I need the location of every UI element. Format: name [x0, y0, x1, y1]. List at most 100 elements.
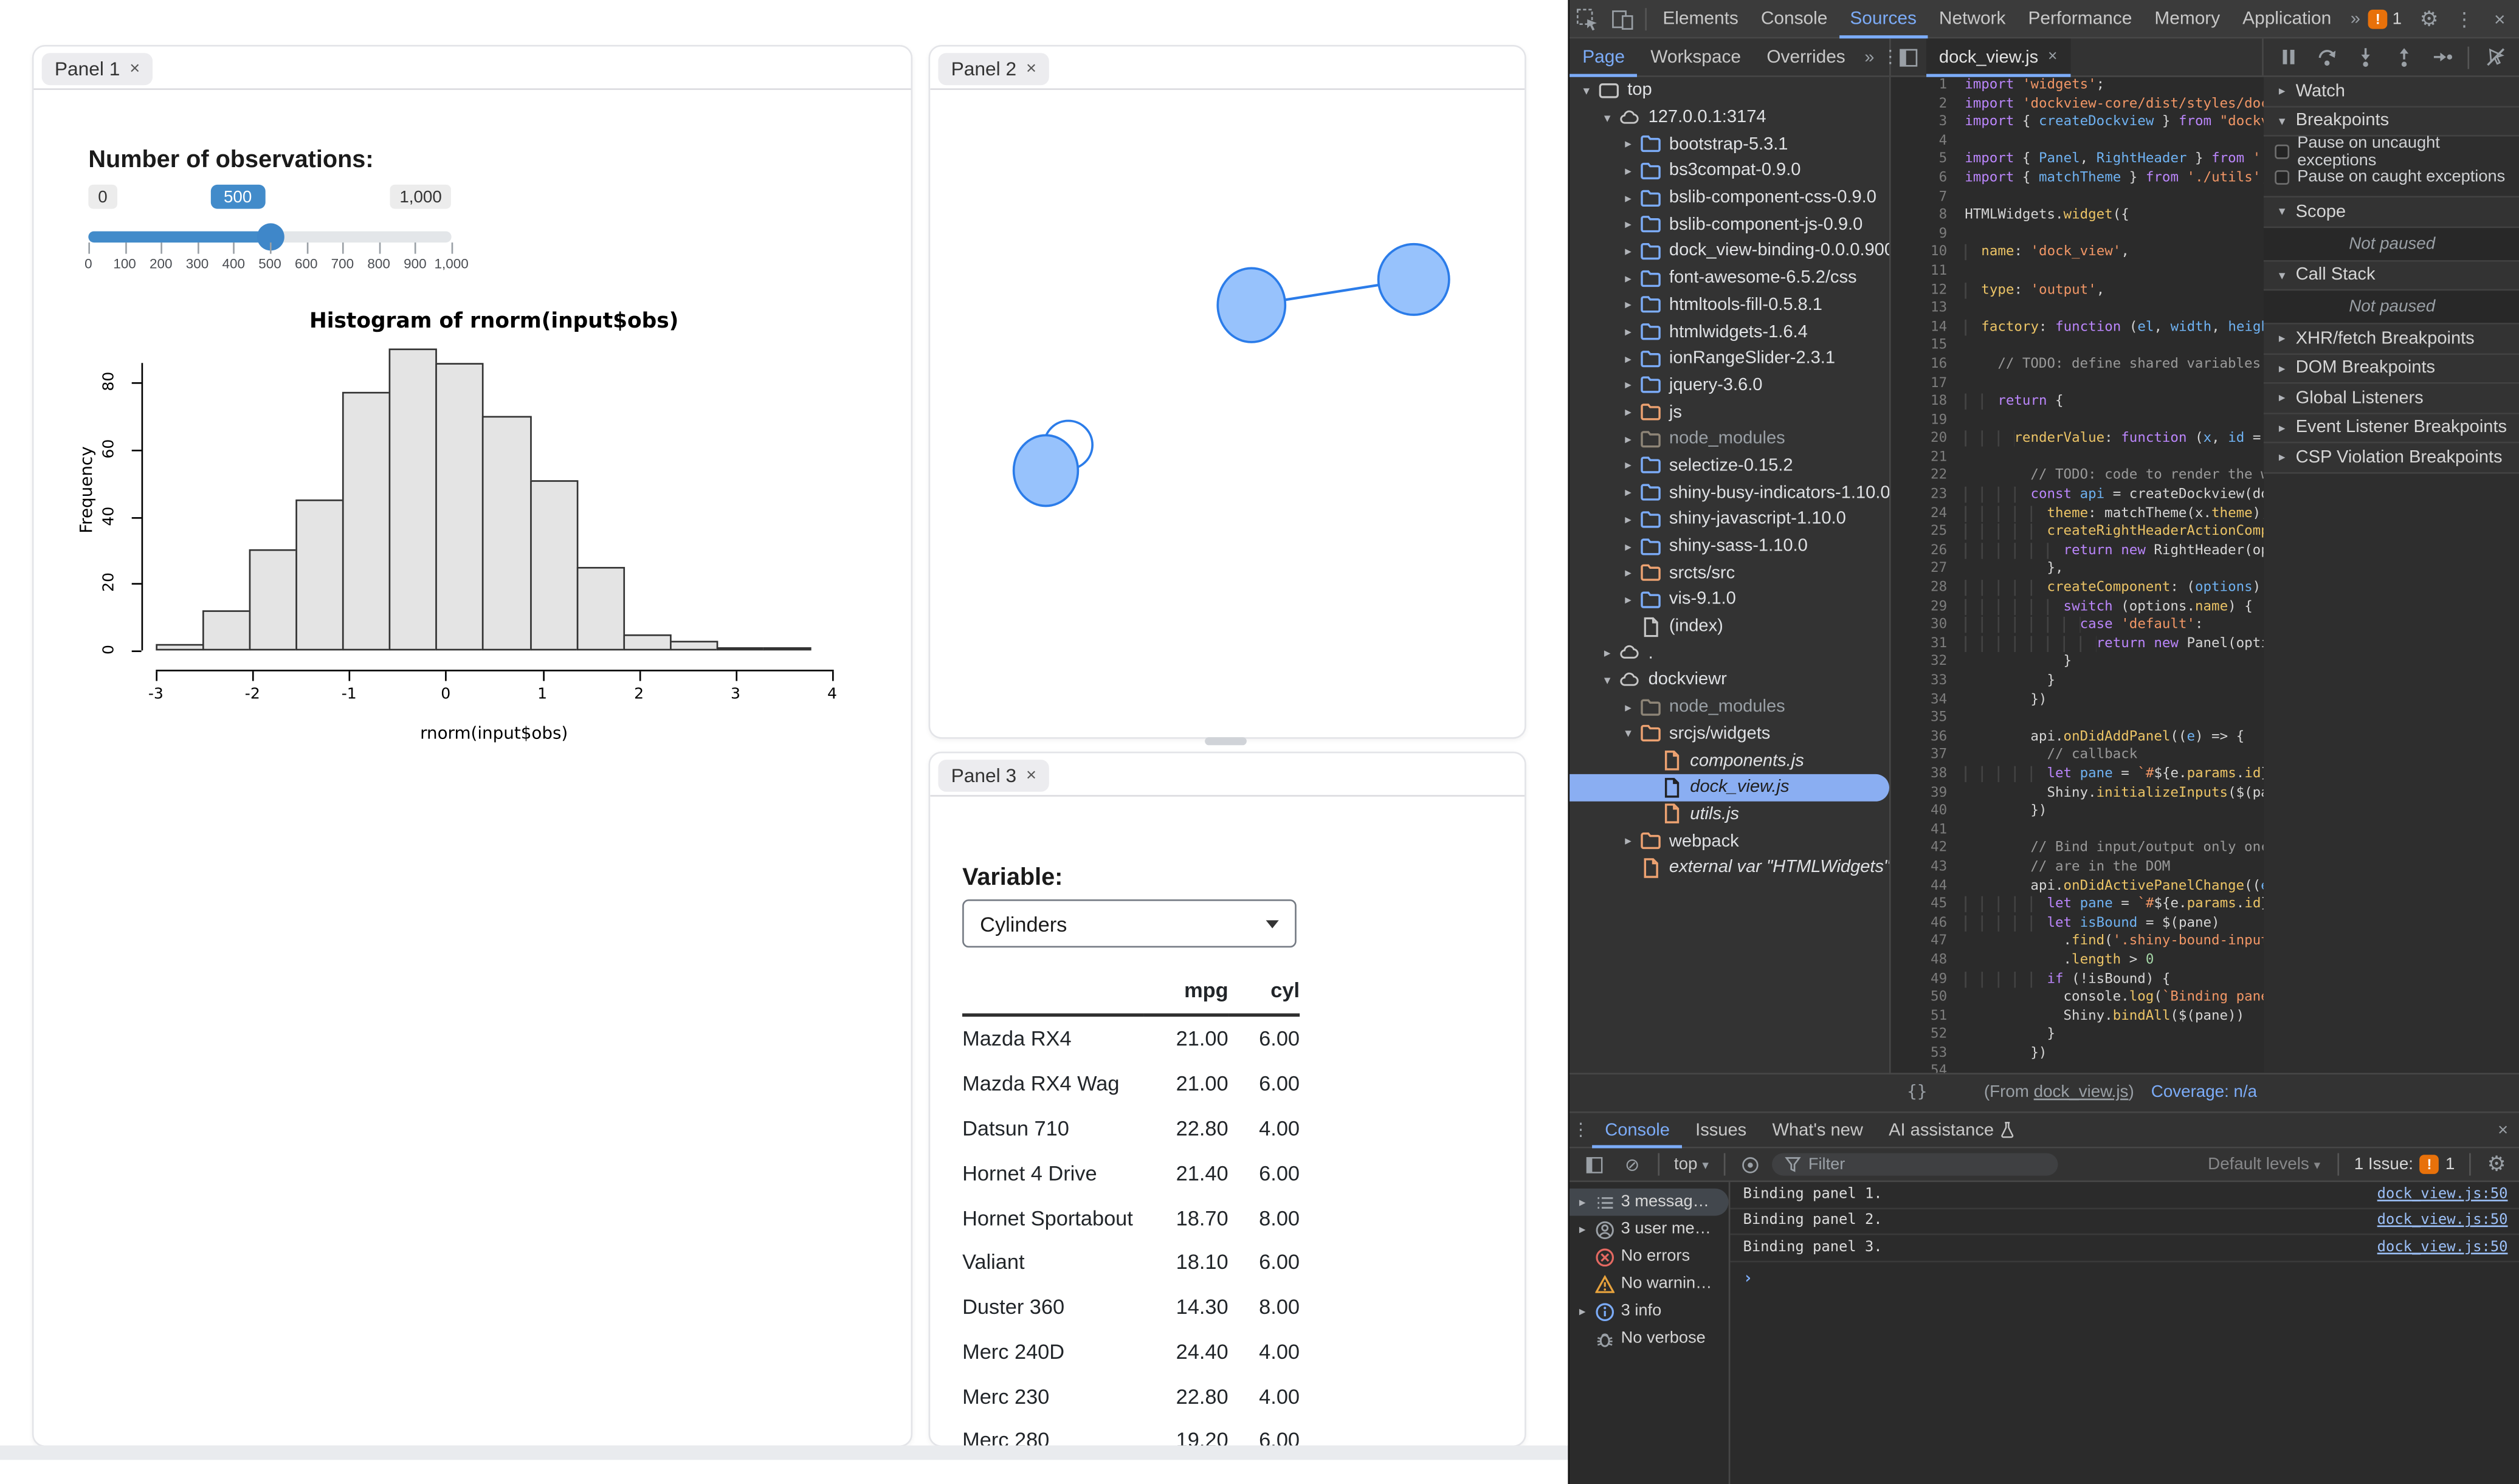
expander-right-icon[interactable]: ▸: [2275, 361, 2289, 376]
expander-right-icon[interactable]: ▸: [1621, 431, 1636, 446]
expander-right-icon[interactable]: ▸: [2275, 450, 2289, 465]
console-filter-user[interactable]: ▸3 user me…: [1570, 1216, 1729, 1243]
expander-right-icon[interactable]: ▸: [1600, 646, 1614, 661]
tree-item-dock-view-js[interactable]: dock_view.js: [1570, 774, 1889, 801]
tree-item-jquery-3-6-0[interactable]: ▸jquery-3.6.0: [1570, 372, 1889, 399]
tab-sources[interactable]: Sources: [1839, 0, 1928, 38]
log-levels-select[interactable]: Default levels▾: [2198, 1155, 2330, 1174]
console-filter-list[interactable]: ▸3 messag…: [1570, 1189, 1729, 1216]
expander-right-icon[interactable]: ▸: [1621, 137, 1636, 151]
navtab-workspace[interactable]: Workspace: [1638, 38, 1754, 76]
expander-right-icon[interactable]: ▸: [1621, 834, 1636, 848]
line-number[interactable]: 34: [1891, 692, 1965, 710]
expander-down-icon[interactable]: ▾: [2275, 114, 2289, 128]
line-number[interactable]: 24: [1891, 506, 1965, 524]
line-number[interactable]: 23: [1891, 487, 1965, 506]
tree-item-top[interactable]: ▾top: [1570, 77, 1889, 104]
line-number[interactable]: 47: [1891, 933, 1965, 952]
tree-item-js[interactable]: ▸js: [1570, 399, 1889, 425]
panel-2-close-icon[interactable]: ×: [1026, 60, 1036, 79]
tree-item-bslib-component-css-0-9-0[interactable]: ▸bslib-component-css-0.9.0: [1570, 184, 1889, 211]
console-filter-input[interactable]: Filter: [1771, 1153, 2057, 1176]
panel-3-close-icon[interactable]: ×: [1026, 766, 1036, 786]
expander-down-icon[interactable]: ▾: [1600, 110, 1614, 125]
tree-item-utils-js[interactable]: utils.js: [1570, 801, 1889, 828]
tree-item-htmltools-fill-0-5-8-1[interactable]: ▸htmltools-fill-0.5.8.1: [1570, 292, 1889, 318]
line-number[interactable]: 41: [1891, 822, 1965, 840]
issues-badge-icon[interactable]: !: [2368, 9, 2388, 29]
editor-tab-close-icon[interactable]: ×: [2048, 48, 2057, 66]
line-number[interactable]: 40: [1891, 803, 1965, 822]
sidebar-section-breakpoints[interactable]: ▾Breakpoints: [2264, 107, 2519, 137]
expander-right-icon[interactable]: ▸: [1621, 593, 1636, 607]
tree-item-127-0-0-1-3174[interactable]: ▾127.0.0.1:3174: [1570, 104, 1889, 131]
tree-item-node-modules[interactable]: ▸node_modules: [1570, 693, 1889, 720]
line-number[interactable]: 10: [1891, 245, 1965, 264]
line-number[interactable]: 16: [1891, 356, 1965, 375]
line-number[interactable]: 35: [1891, 710, 1965, 729]
tree-item-dock-view-binding-0-0-0-9000[interactable]: ▸dock_view-binding-0.0.0.9000: [1570, 238, 1889, 264]
tab-performance[interactable]: Performance: [2017, 0, 2143, 38]
editor-tab-dock-view-js[interactable]: dock_view.js ×: [1926, 38, 2070, 76]
drawer-overflow-icon[interactable]: ⋮: [1570, 1112, 1592, 1147]
line-number[interactable]: 6: [1891, 170, 1965, 189]
expander-right-icon[interactable]: ▸: [2275, 331, 2289, 346]
line-number[interactable]: 53: [1891, 1045, 1965, 1064]
line-number[interactable]: 19: [1891, 412, 1965, 431]
expander-right-icon[interactable]: ▸: [1621, 378, 1636, 393]
tree-item-webpack[interactable]: ▸webpack: [1570, 828, 1889, 854]
line-number[interactable]: 4: [1891, 133, 1965, 152]
more-nav-tabs-icon[interactable]: »: [1858, 40, 1881, 75]
issues-counter[interactable]: 1 Issue: ! 1: [2348, 1155, 2461, 1174]
drawer-tab-console[interactable]: Console: [1592, 1112, 1683, 1147]
expander-down-icon[interactable]: ▾: [1621, 726, 1636, 741]
tree-item-ionrangeslider-2-3-1[interactable]: ▸ionRangeSlider-2.3.1: [1570, 345, 1889, 372]
line-number[interactable]: 21: [1891, 450, 1965, 469]
line-number[interactable]: 51: [1891, 1008, 1965, 1027]
line-number[interactable]: 39: [1891, 785, 1965, 803]
console-sidebar-toggle-icon[interactable]: [1576, 1147, 1611, 1182]
console-filter-verbose[interactable]: No verbose: [1570, 1325, 1729, 1352]
expander-right-icon[interactable]: ▸: [1576, 1222, 1589, 1237]
tree-item-shiny-sass-1-10-0[interactable]: ▸shiny-sass-1.10.0: [1570, 533, 1889, 560]
expander-right-icon[interactable]: ▸: [2275, 421, 2289, 435]
line-number[interactable]: 46: [1891, 915, 1965, 934]
expander-down-icon[interactable]: ▾: [1600, 673, 1614, 687]
line-number[interactable]: 49: [1891, 971, 1965, 990]
line-number[interactable]: 30: [1891, 617, 1965, 636]
pause-script-icon[interactable]: [2270, 40, 2305, 75]
expander-right-icon[interactable]: ▸: [1621, 218, 1636, 232]
line-number[interactable]: 3: [1891, 114, 1965, 133]
inspect-icon[interactable]: [1570, 1, 1605, 36]
expander-right-icon[interactable]: ▸: [1621, 244, 1636, 259]
line-number[interactable]: 18: [1891, 394, 1965, 413]
sidebar-section-call-stack[interactable]: ▾Call Stack: [2264, 261, 2519, 290]
tree-item-bootstrap-5-3-1[interactable]: ▸bootstrap-5.3.1: [1570, 131, 1889, 157]
line-number[interactable]: 27: [1891, 562, 1965, 580]
sidebar-section-event-listener-breakpoints[interactable]: ▸Event Listener Breakpoints: [2264, 414, 2519, 444]
network-node[interactable]: [1014, 435, 1078, 506]
line-number[interactable]: 7: [1891, 189, 1965, 208]
tree-item-node-modules[interactable]: ▸node_modules: [1570, 425, 1889, 452]
console-filter-error[interactable]: No errors: [1570, 1243, 1729, 1271]
console-filter-warning[interactable]: No warnin…: [1570, 1271, 1729, 1298]
line-number[interactable]: 26: [1891, 543, 1965, 562]
panel-1-close-icon[interactable]: ×: [129, 60, 140, 79]
network-node[interactable]: [1218, 268, 1285, 342]
line-number[interactable]: 48: [1891, 952, 1965, 971]
checkbox[interactable]: [2275, 170, 2289, 184]
sidebar-section-xhr-fetch-breakpoints[interactable]: ▸XHR/fetch Breakpoints: [2264, 325, 2519, 354]
expander-right-icon[interactable]: ▸: [1621, 190, 1636, 205]
clear-console-icon[interactable]: ⊘: [1614, 1147, 1650, 1182]
expander-down-icon[interactable]: ▾: [1579, 83, 1594, 98]
navtab-page[interactable]: Page: [1570, 38, 1638, 76]
expander-right-icon[interactable]: ▸: [1576, 1304, 1589, 1319]
tab-application[interactable]: Application: [2231, 0, 2343, 38]
step-out-icon[interactable]: [2386, 40, 2421, 75]
checkbox[interactable]: [2275, 145, 2289, 160]
expander-right-icon[interactable]: ▸: [1621, 458, 1636, 473]
panel-3-tab[interactable]: Panel 3 ×: [938, 760, 1049, 792]
tree-item-font-awesome-6-5-2-css[interactable]: ▸font-awesome-6.5.2/css: [1570, 265, 1889, 292]
tree-item-bs3compat-0-9-0[interactable]: ▸bs3compat-0.9.0: [1570, 157, 1889, 184]
hide-navigator-icon[interactable]: [1891, 40, 1926, 75]
